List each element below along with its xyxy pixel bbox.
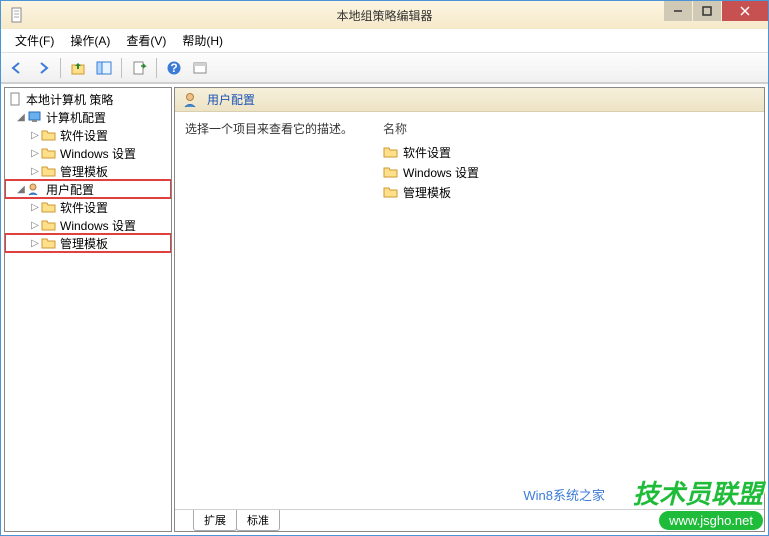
description-text: 选择一个项目来查看它的描述。 bbox=[185, 120, 365, 137]
expand-icon[interactable]: ▷ bbox=[29, 166, 41, 177]
expand-icon[interactable]: ▷ bbox=[29, 148, 41, 159]
list-item[interactable]: 软件设置 bbox=[383, 142, 756, 162]
tree-label: Windows 设置 bbox=[60, 217, 136, 234]
tab-extended[interactable]: 扩展 bbox=[193, 510, 237, 531]
tree-label: 管理模板 bbox=[60, 235, 108, 252]
show-hide-tree-button[interactable] bbox=[92, 56, 116, 80]
column-header-name[interactable]: 名称 bbox=[383, 116, 756, 142]
titlebar: 本地组策略编辑器 bbox=[1, 1, 768, 29]
user-icon bbox=[183, 92, 201, 108]
toolbar-separator bbox=[60, 58, 61, 78]
expand-icon[interactable]: ▷ bbox=[29, 238, 41, 249]
help-button[interactable]: ? bbox=[162, 56, 186, 80]
document-icon bbox=[7, 92, 23, 106]
app-icon bbox=[9, 7, 25, 23]
expand-icon[interactable]: ▷ bbox=[29, 202, 41, 213]
tab-standard[interactable]: 标准 bbox=[236, 510, 280, 531]
tree-cc-admin[interactable]: ▷ 管理模板 bbox=[5, 162, 171, 180]
description-column: 选择一个项目来查看它的描述。 bbox=[175, 112, 375, 510]
collapse-icon[interactable]: ◢ bbox=[15, 184, 27, 195]
export-button[interactable] bbox=[127, 56, 151, 80]
up-button[interactable] bbox=[66, 56, 90, 80]
details-body: 选择一个项目来查看它的描述。 名称 软件设置 Windows 设置 管理模板 bbox=[175, 112, 764, 510]
tree-cc-software[interactable]: ▷ 软件设置 bbox=[5, 126, 171, 144]
tree-label: 计算机配置 bbox=[46, 109, 106, 126]
tree-user-config[interactable]: ◢ 用户配置 bbox=[5, 180, 171, 198]
folder-icon bbox=[383, 165, 399, 179]
tree-uc-windows[interactable]: ▷ Windows 设置 bbox=[5, 216, 171, 234]
list-item-label: 软件设置 bbox=[403, 144, 451, 161]
folder-icon bbox=[383, 185, 399, 199]
folder-icon bbox=[41, 146, 57, 160]
tree-label: 软件设置 bbox=[60, 127, 108, 144]
toolbar: ? bbox=[1, 53, 768, 83]
menu-help[interactable]: 帮助(H) bbox=[174, 29, 231, 52]
tree-computer-config[interactable]: ◢ 计算机配置 bbox=[5, 108, 171, 126]
user-icon bbox=[27, 182, 43, 196]
collapse-icon[interactable]: ◢ bbox=[15, 112, 27, 123]
tree-uc-software[interactable]: ▷ 软件设置 bbox=[5, 198, 171, 216]
folder-icon bbox=[41, 218, 57, 232]
menu-view[interactable]: 查看(V) bbox=[118, 29, 174, 52]
list-item[interactable]: Windows 设置 bbox=[383, 162, 756, 182]
expand-icon[interactable]: ▷ bbox=[29, 220, 41, 231]
list-item-label: 管理模板 bbox=[403, 184, 451, 201]
details-header: 用户配置 bbox=[175, 88, 764, 112]
computer-icon bbox=[27, 110, 43, 124]
details-title: 用户配置 bbox=[207, 91, 255, 108]
content-area: 本地计算机 策略 ◢ 计算机配置 ▷ 软件设置 ▷ Windows 设置 ▷ 管… bbox=[1, 83, 768, 535]
menu-file[interactable]: 文件(F) bbox=[7, 29, 62, 52]
folder-icon bbox=[41, 200, 57, 214]
list-column: 名称 软件设置 Windows 设置 管理模板 bbox=[375, 112, 764, 510]
back-button[interactable] bbox=[5, 56, 29, 80]
tree-label: 管理模板 bbox=[60, 163, 108, 180]
folder-icon bbox=[41, 164, 57, 178]
app-window: 本地组策略编辑器 文件(F) 操作(A) 查看(V) 帮助(H) ? 本地计算机… bbox=[0, 0, 769, 536]
filter-button[interactable] bbox=[188, 56, 212, 80]
folder-icon bbox=[383, 145, 399, 159]
maximize-button[interactable] bbox=[693, 1, 721, 21]
tree-label: 本地计算机 策略 bbox=[26, 91, 113, 108]
menu-action[interactable]: 操作(A) bbox=[62, 29, 118, 52]
folder-icon bbox=[41, 236, 57, 250]
list-item-label: Windows 设置 bbox=[403, 164, 479, 181]
forward-button[interactable] bbox=[31, 56, 55, 80]
minimize-button[interactable] bbox=[664, 1, 692, 21]
tree-cc-windows[interactable]: ▷ Windows 设置 bbox=[5, 144, 171, 162]
folder-icon bbox=[41, 128, 57, 142]
window-title: 本地组策略编辑器 bbox=[336, 7, 432, 24]
tree-uc-admin[interactable]: ▷ 管理模板 bbox=[5, 234, 171, 252]
toolbar-separator bbox=[156, 58, 157, 78]
tree-panel[interactable]: 本地计算机 策略 ◢ 计算机配置 ▷ 软件设置 ▷ Windows 设置 ▷ 管… bbox=[4, 87, 172, 532]
tab-bar: 扩展 标准 bbox=[175, 509, 764, 531]
tree-label: 软件设置 bbox=[60, 199, 108, 216]
toolbar-separator bbox=[121, 58, 122, 78]
window-controls bbox=[664, 1, 768, 21]
menubar: 文件(F) 操作(A) 查看(V) 帮助(H) bbox=[1, 29, 768, 53]
tree-root[interactable]: 本地计算机 策略 bbox=[5, 90, 171, 108]
list-item[interactable]: 管理模板 bbox=[383, 182, 756, 202]
tree-label: 用户配置 bbox=[46, 181, 94, 198]
expand-icon[interactable]: ▷ bbox=[29, 130, 41, 141]
close-button[interactable] bbox=[722, 1, 768, 21]
svg-text:?: ? bbox=[170, 61, 177, 75]
tree-label: Windows 设置 bbox=[60, 145, 136, 162]
details-panel: 用户配置 选择一个项目来查看它的描述。 名称 软件设置 Windows 设置 bbox=[174, 87, 765, 532]
